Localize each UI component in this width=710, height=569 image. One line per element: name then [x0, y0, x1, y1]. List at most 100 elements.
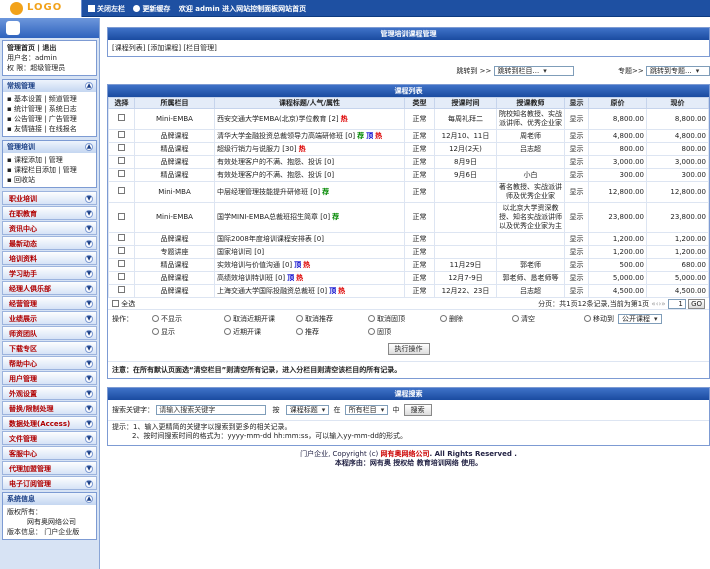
- row-checkbox[interactable]: [118, 212, 125, 220]
- collapse-icon[interactable]: ▼: [85, 255, 93, 263]
- row-checkbox[interactable]: [118, 234, 125, 241]
- collapse-icon[interactable]: ▼: [85, 345, 93, 353]
- jump-topic-select[interactable]: 跳转到专题... ▾: [646, 66, 710, 76]
- collapse-icon[interactable]: ▲: [85, 82, 93, 90]
- update-cache-button[interactable]: 更新缓存: [133, 5, 170, 13]
- welcome-text[interactable]: 欢迎 admin 进入网站控制面板网站首页: [179, 5, 306, 13]
- collapse-icon[interactable]: ▼: [85, 420, 93, 428]
- radio-button[interactable]: [152, 315, 159, 322]
- execute-button[interactable]: 执行操作: [387, 343, 430, 355]
- regular-title[interactable]: 常规管理 ▲: [3, 80, 96, 92]
- row-checkbox[interactable]: [118, 247, 125, 254]
- course-title[interactable]: 国学MINI-EMBA总裁班招生简章 [0]: [217, 213, 330, 221]
- row-checkbox[interactable]: [118, 131, 125, 138]
- page-nav-icon[interactable]: «‹›»: [651, 300, 665, 308]
- footer-company[interactable]: 网有奥网络公司: [381, 450, 430, 458]
- radio-button[interactable]: [224, 328, 231, 335]
- collapse-icon[interactable]: ▼: [85, 450, 93, 458]
- sidebar-menu-item[interactable]: 用户管理 ▼: [2, 371, 97, 385]
- row-checkbox[interactable]: [118, 187, 125, 194]
- row-checkbox[interactable]: [118, 170, 125, 177]
- collapse-icon[interactable]: ▼: [85, 390, 93, 398]
- page-number-input[interactable]: 1: [667, 299, 686, 309]
- operation-option[interactable]: 取消近期开课: [224, 313, 296, 326]
- sidebar-menu-item[interactable]: 在职教育 ▼: [2, 206, 97, 220]
- row-checkbox[interactable]: [118, 114, 125, 121]
- sidebar-link[interactable]: ▪ 回收站: [7, 175, 92, 185]
- radio-button[interactable]: [224, 315, 231, 322]
- operation-option[interactable]: 近期开课: [224, 326, 296, 339]
- row-checkbox[interactable]: [118, 260, 125, 267]
- collapse-icon[interactable]: ▲: [85, 495, 93, 503]
- collapse-icon[interactable]: ▼: [85, 360, 93, 368]
- collapse-icon[interactable]: ▼: [85, 225, 93, 233]
- operation-option[interactable]: 显示: [152, 326, 224, 339]
- go-button[interactable]: GO: [688, 299, 705, 309]
- radio-button[interactable]: [368, 328, 375, 335]
- sidebar-link[interactable]: ▪ 基本设置 | 频道管理: [7, 94, 92, 104]
- home-logout-links[interactable]: 管理首页 | 退出: [7, 43, 92, 53]
- sidebar-menu-item[interactable]: 业绩展示 ▼: [2, 311, 97, 325]
- radio-button[interactable]: [296, 328, 303, 335]
- move-to-select[interactable]: 公开课程 ▾: [618, 314, 662, 324]
- row-checkbox[interactable]: [118, 157, 125, 164]
- course-title[interactable]: 上海交通大学国际投融资总裁班 [0]: [217, 287, 327, 295]
- course-title[interactable]: 有效处理客户的不满、抱怨、投诉 [0]: [217, 171, 334, 179]
- course-title[interactable]: 实效培训与价值沟通 [0]: [217, 261, 292, 269]
- select-all-checkbox[interactable]: [112, 300, 119, 307]
- row-checkbox[interactable]: [118, 144, 125, 151]
- operation-option[interactable]: 移动到: [584, 313, 614, 326]
- sidebar-menu-item[interactable]: 下载专区 ▼: [2, 341, 97, 355]
- collapse-icon[interactable]: ▼: [85, 405, 93, 413]
- sidebar-link[interactable]: ▪ 课程栏目添加 | 管理: [7, 165, 92, 175]
- jump-category-select[interactable]: 跳转到栏目... ▾: [493, 66, 574, 76]
- sidebar-menu-item[interactable]: 文件管理 ▼: [2, 431, 97, 445]
- collapse-icon[interactable]: ▼: [85, 210, 93, 218]
- sidebar-menu-item[interactable]: 代理加盟管理 ▼: [2, 461, 97, 475]
- collapse-icon[interactable]: ▼: [85, 375, 93, 383]
- sidebar-menu-item[interactable]: 最新动态 ▼: [2, 236, 97, 250]
- radio-button[interactable]: [440, 315, 447, 322]
- course-title[interactable]: 中层经理管理技能提升研修班 [0]: [217, 188, 320, 196]
- collapse-icon[interactable]: ▼: [85, 285, 93, 293]
- sidebar-menu-item[interactable]: 经营管理 ▼: [2, 296, 97, 310]
- sidebar-menu-item[interactable]: 师资团队 ▼: [2, 326, 97, 340]
- sidebar-link[interactable]: ▪ 统计管理 | 系统日志: [7, 104, 92, 114]
- course-title[interactable]: 西安交通大学EMBA(北京)学位教育 [2]: [217, 115, 339, 123]
- operation-option[interactable]: 取消固顶: [368, 313, 440, 326]
- collapse-icon[interactable]: ▼: [85, 300, 93, 308]
- sidebar-menu-item[interactable]: 数据处理(Access) ▼: [2, 416, 97, 430]
- collapse-icon[interactable]: ▼: [85, 240, 93, 248]
- operation-option[interactable]: 取消推荐: [296, 313, 368, 326]
- sidebar-link[interactable]: ▪ 课程添加 | 管理: [7, 155, 92, 165]
- training-title[interactable]: 管理培训 ▲: [3, 141, 96, 153]
- sidebar-link[interactable]: ▪ 友情链接 | 在线报名: [7, 124, 92, 134]
- search-category-select[interactable]: 所有栏目 ▾: [344, 405, 389, 415]
- sysinfo-title[interactable]: 系统信息 ▲: [3, 493, 96, 505]
- collapse-icon[interactable]: ▼: [85, 435, 93, 443]
- operation-option[interactable]: 不显示: [152, 313, 224, 326]
- operation-option[interactable]: 删除: [440, 313, 512, 326]
- sidebar-menu-item[interactable]: 帮助中心 ▼: [2, 356, 97, 370]
- operation-option[interactable]: 清空: [512, 313, 584, 326]
- collapse-icon[interactable]: ▼: [85, 330, 93, 338]
- sidebar-menu-item[interactable]: 资讯中心 ▼: [2, 221, 97, 235]
- collapse-icon[interactable]: ▲: [85, 143, 93, 151]
- sidebar-menu-item[interactable]: 职业培训 ▼: [2, 191, 97, 205]
- sidebar-menu-item[interactable]: 电子订阅管理 ▼: [2, 476, 97, 490]
- sidebar-menu-item[interactable]: 客服中心 ▼: [2, 446, 97, 460]
- close-left-button[interactable]: 关闭左栏: [88, 5, 125, 13]
- sidebar-menu-item[interactable]: 培训资料 ▼: [2, 251, 97, 265]
- course-title[interactable]: 超级行销力与说服力 [30]: [217, 145, 297, 153]
- course-title[interactable]: 国际2008年度培训课程安排表 [0]: [217, 235, 324, 243]
- radio-button[interactable]: [296, 315, 303, 322]
- operation-option[interactable]: 推荐: [296, 326, 368, 339]
- search-input[interactable]: 请输入搜索关键字: [156, 405, 267, 415]
- collapse-icon[interactable]: ▼: [85, 465, 93, 473]
- radio-button[interactable]: [584, 315, 591, 322]
- radio-button[interactable]: [152, 328, 159, 335]
- collapse-icon[interactable]: ▼: [85, 480, 93, 488]
- row-checkbox[interactable]: [118, 273, 125, 280]
- sidebar-link[interactable]: ▪ 公告管理 | 广告管理: [7, 114, 92, 124]
- sidebar-menu-item[interactable]: 经理人俱乐部 ▼: [2, 281, 97, 295]
